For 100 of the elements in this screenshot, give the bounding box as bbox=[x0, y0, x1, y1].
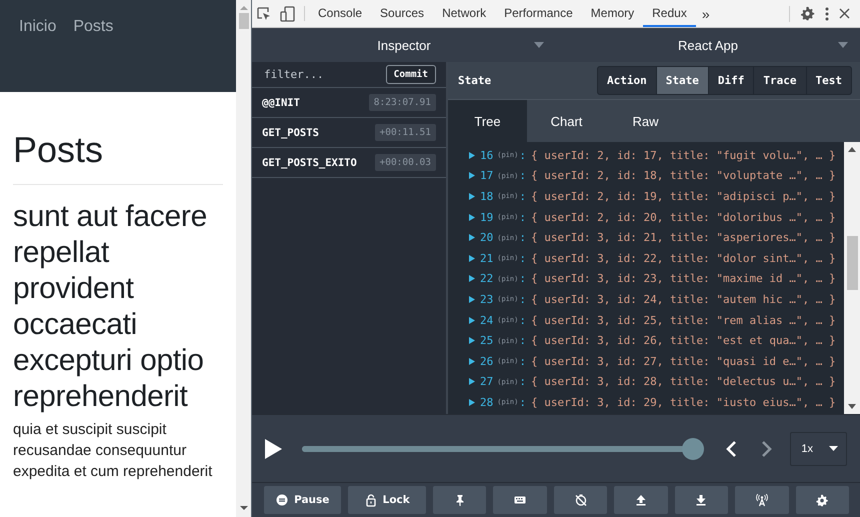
key-separator: : bbox=[519, 354, 526, 368]
lock-button[interactable]: Lock bbox=[348, 486, 426, 514]
expand-icon[interactable] bbox=[469, 358, 475, 365]
mode-button[interactable]: State bbox=[656, 67, 708, 94]
tree-key: 23 bbox=[480, 292, 494, 306]
devtools-tab[interactable]: Sources bbox=[371, 0, 434, 27]
mode-button[interactable]: Action bbox=[598, 67, 656, 94]
view-tab[interactable]: Tree bbox=[448, 100, 527, 142]
tree-value: { userId: 2, id: 18, title: "voluptate …", … } bbox=[530, 169, 836, 182]
scroll-down-icon[interactable] bbox=[240, 505, 248, 511]
action-item[interactable]: GET_POSTS +00:11.51 bbox=[252, 118, 446, 148]
caret-icon bbox=[534, 42, 544, 48]
scroll-down-icon[interactable] bbox=[848, 404, 856, 409]
key-separator: : bbox=[519, 169, 526, 182]
inspect-element-icon[interactable] bbox=[256, 6, 272, 22]
caret-icon bbox=[829, 446, 838, 451]
tree-value: { userId: 2, id: 19, title: "adipisci p…", … } bbox=[530, 190, 836, 203]
antenna-button[interactable] bbox=[735, 486, 789, 514]
tree-key: 20 bbox=[480, 231, 494, 244]
action-time: +00:11.51 bbox=[374, 124, 436, 141]
action-item[interactable]: GET_POSTS_EXITO +00:00.03 bbox=[252, 148, 446, 178]
download-button[interactable] bbox=[674, 486, 728, 514]
devtools-tab[interactable]: Performance bbox=[495, 0, 582, 27]
devtools-tab[interactable]: Memory bbox=[582, 0, 644, 27]
key-separator: : bbox=[519, 190, 526, 203]
expand-icon[interactable] bbox=[469, 296, 475, 303]
device-toolbar-icon[interactable] bbox=[280, 6, 296, 22]
tree-value: { userId: 3, id: 25, title: "rem alias …", … } bbox=[530, 314, 836, 327]
tree-key: 17 bbox=[480, 169, 494, 182]
commit-button[interactable]: Commit bbox=[386, 65, 436, 84]
play-icon[interactable] bbox=[265, 438, 282, 458]
keyboard-button[interactable] bbox=[493, 486, 547, 514]
action-item[interactable]: @@INIT 8:23:07.91 bbox=[252, 88, 446, 118]
expand-icon[interactable] bbox=[469, 254, 475, 262]
next-icon[interactable] bbox=[761, 440, 772, 456]
mode-button[interactable]: Diff bbox=[708, 67, 754, 94]
timeline-slider[interactable] bbox=[302, 438, 704, 460]
action-time: 8:23:07.91 bbox=[368, 94, 436, 111]
expand-icon[interactable] bbox=[469, 378, 475, 386]
action-time: +00:00.03 bbox=[374, 154, 436, 171]
pause-icon bbox=[276, 494, 288, 506]
filter-field[interactable]: filter... bbox=[262, 67, 376, 82]
previous-icon[interactable] bbox=[726, 440, 738, 456]
settings-icon bbox=[816, 494, 828, 506]
expand-icon[interactable] bbox=[469, 234, 475, 242]
scroll-up-icon[interactable] bbox=[848, 147, 856, 152]
timer-off-icon bbox=[574, 494, 587, 506]
tree-key: 16 bbox=[480, 148, 494, 162]
expand-icon[interactable] bbox=[469, 316, 475, 324]
devtools-tab[interactable]: Console bbox=[309, 0, 372, 27]
expand-icon[interactable] bbox=[469, 192, 475, 200]
tree-key: 19 bbox=[480, 210, 494, 224]
view-tab[interactable]: Chart bbox=[527, 100, 606, 142]
close-icon[interactable] bbox=[839, 8, 850, 19]
tree-value: { userId: 3, id: 24, title: "autem hic …", … } bbox=[530, 292, 836, 306]
action-name: GET_POSTS_EXITO bbox=[262, 156, 357, 168]
more-options-icon[interactable] bbox=[825, 6, 829, 20]
pin-button[interactable] bbox=[432, 486, 486, 514]
tree-value: { userId: 2, id: 20, title: "doloribus …", … } bbox=[530, 210, 836, 224]
tree-value: { userId: 3, id: 26, title: "est et qua…", … } bbox=[530, 334, 836, 348]
pause-button[interactable]: Pause bbox=[264, 486, 342, 514]
instance-dropdown[interactable]: React App bbox=[556, 28, 860, 62]
monitor-dropdown[interactable]: Inspector bbox=[252, 28, 556, 62]
scrollbar-thumb[interactable] bbox=[238, 13, 248, 29]
more-tabs-button[interactable]: » bbox=[696, 0, 716, 27]
timer-off-button[interactable] bbox=[554, 486, 608, 514]
tree-key: 26 bbox=[480, 354, 494, 368]
expand-icon[interactable] bbox=[469, 337, 475, 344]
expand-icon[interactable] bbox=[469, 214, 475, 221]
tree-key: 28 bbox=[480, 396, 494, 409]
nav-link[interactable]: Inicio bbox=[19, 18, 56, 36]
pin-icon bbox=[454, 494, 466, 506]
key-separator: : bbox=[519, 231, 526, 244]
tree-key: 18 bbox=[480, 190, 494, 203]
action-name: @@INIT bbox=[262, 96, 300, 108]
expand-icon[interactable] bbox=[469, 398, 475, 406]
expand-icon[interactable] bbox=[469, 275, 475, 282]
tree-value: { userId: 3, id: 21, title: "asperiores…", … } bbox=[530, 231, 836, 244]
upload-button[interactable] bbox=[614, 486, 668, 514]
pane-title: State bbox=[458, 74, 492, 87]
speed-dropdown[interactable]: 1x bbox=[790, 432, 847, 466]
mode-button[interactable]: Test bbox=[806, 67, 851, 94]
tree-key: 21 bbox=[480, 252, 494, 265]
expand-icon[interactable] bbox=[469, 152, 475, 159]
view-tab[interactable]: Raw bbox=[606, 100, 685, 142]
key-separator: : bbox=[519, 272, 526, 286]
tree-value: { userId: 3, id: 27, title: "quasi id e…", … } bbox=[530, 354, 836, 368]
tree-key: 27 bbox=[480, 375, 494, 388]
settings-button[interactable] bbox=[796, 486, 850, 514]
devtools-tab[interactable]: Network bbox=[433, 0, 496, 27]
expand-icon[interactable] bbox=[469, 172, 475, 180]
nav-link[interactable]: Posts bbox=[73, 18, 114, 36]
key-separator: : bbox=[519, 292, 526, 306]
tree-value: { userId: 3, id: 29, title: "iusto eius…", … } bbox=[530, 396, 836, 409]
upload-icon bbox=[635, 494, 647, 506]
scrollbar-thumb[interactable] bbox=[846, 236, 858, 290]
settings-icon[interactable] bbox=[800, 6, 815, 21]
mode-button[interactable]: Trace bbox=[753, 67, 806, 94]
key-separator: : bbox=[519, 396, 526, 409]
tree-value: { userId: 3, id: 23, title: "maxime id …", … } bbox=[530, 272, 836, 286]
